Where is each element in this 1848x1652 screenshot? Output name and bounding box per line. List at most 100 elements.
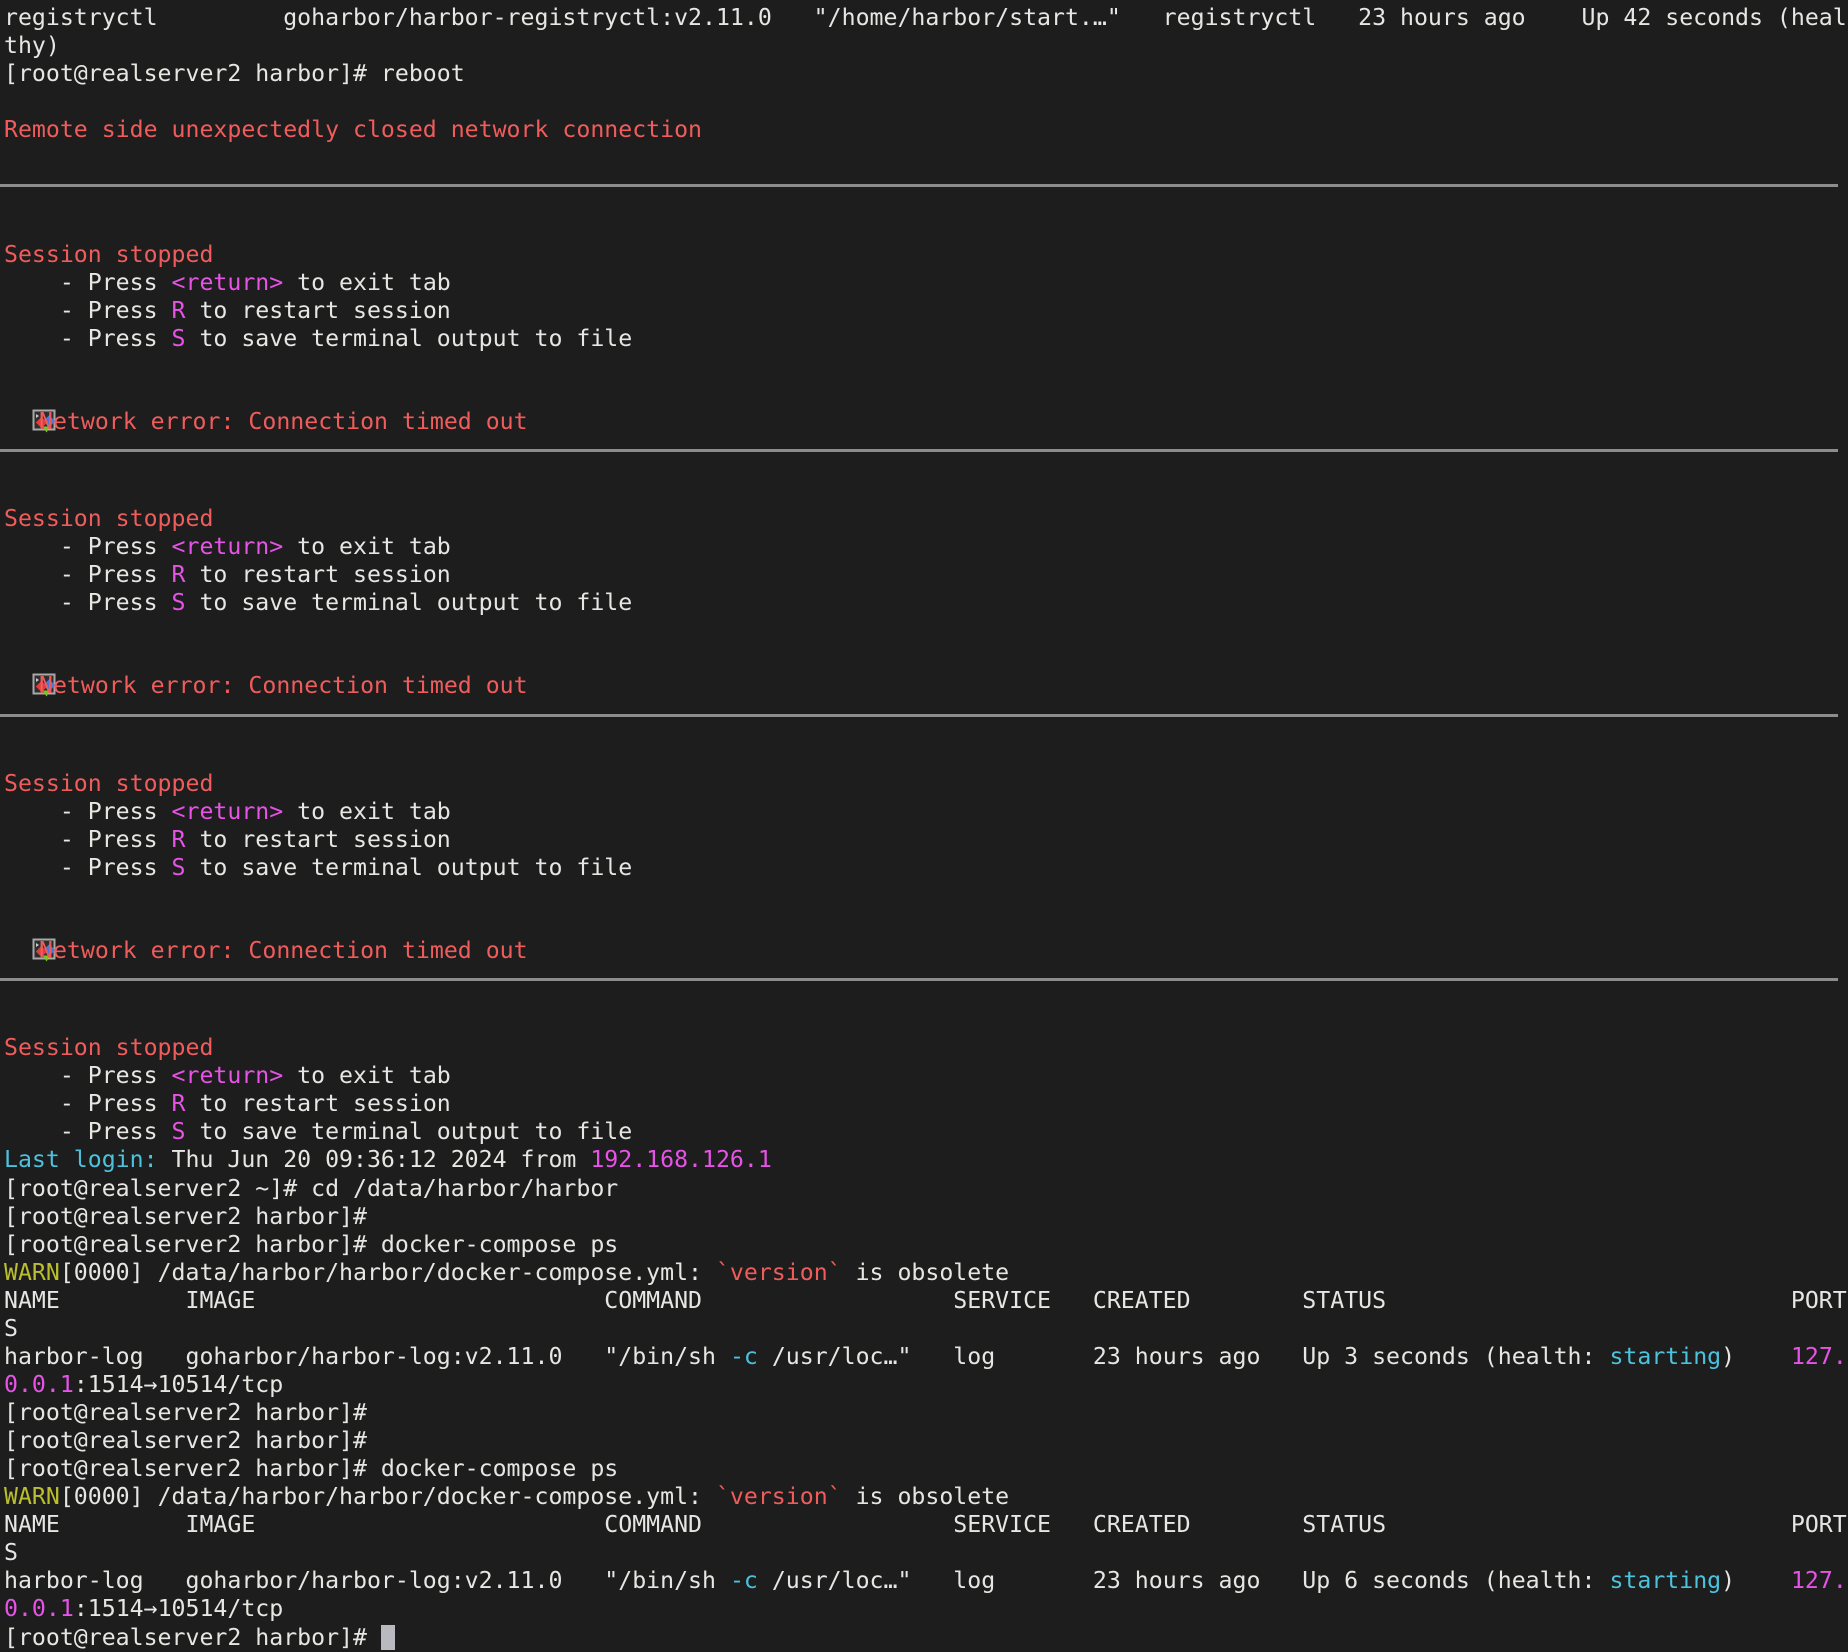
blank-line <box>4 353 1848 381</box>
msg-remote-closed: Remote side unexpectedly closed network … <box>4 116 1848 144</box>
hint-exit-tab: - Press <return> to exit tab <box>4 269 1848 297</box>
text-segment: is obsolete <box>842 1259 1010 1286</box>
terminal[interactable]: registryctl goharbor/harbor-registryctl:… <box>0 0 1848 1624</box>
text-segment: - Press <box>4 1062 172 1089</box>
network-error-line: Network error: Connection timed out <box>4 381 1848 409</box>
session-stopped-title: Session stopped <box>4 1034 1848 1062</box>
text-segment: [0000] /data/harbor/harbor/docker-compos… <box>60 1259 716 1286</box>
text-segment: [root@realserver2 harbor]# reboot <box>4 60 465 87</box>
text-segment: NAME IMAGE COMMAND SERVICE CREATED STATU… <box>4 1511 1847 1538</box>
text-segment: R <box>172 297 186 324</box>
text-segment: Session stopped <box>4 505 213 532</box>
prompt-empty: [root@realserver2 harbor]# <box>4 1203 1848 1231</box>
text-segment: -c <box>730 1567 758 1594</box>
text-segment: [root@realserver2 harbor]# <box>4 1399 367 1426</box>
blank-line <box>4 1006 1848 1034</box>
prompt-cursor-line: [root@realserver2 harbor]# <box>4 1624 1848 1652</box>
text-segment: S <box>4 1315 18 1342</box>
divider-line <box>4 714 1848 742</box>
text-segment: <return> <box>172 1062 284 1089</box>
blank-line <box>4 617 1848 645</box>
text-segment: NAME IMAGE COMMAND SERVICE CREATED STATU… <box>4 1287 1847 1314</box>
network-error-line: Network error: Connection timed out <box>4 910 1848 938</box>
ps-row-harbor-log-wrap: 0.0.1:1514→10514/tcp <box>4 1371 1848 1399</box>
divider-line <box>4 184 1848 212</box>
text-segment: WARN <box>4 1259 60 1286</box>
ps-header-wrap: S <box>4 1539 1848 1567</box>
text-segment: Session stopped <box>4 241 213 268</box>
hint-exit-tab: - Press <return> to exit tab <box>4 533 1848 561</box>
hint-save-output: - Press S to save terminal output to fil… <box>4 325 1848 353</box>
ps-row-harbor-log-wrap: 0.0.1:1514→10514/tcp <box>4 1595 1848 1623</box>
text-segment: S <box>172 854 186 881</box>
divider-rule <box>0 714 1838 717</box>
hint-exit-tab: - Press <return> to exit tab <box>4 798 1848 826</box>
hint-restart-session: - Press R to restart session <box>4 1090 1848 1118</box>
text-segment: to save terminal output to file <box>186 325 633 352</box>
warn-version-obsolete: WARN[0000] /data/harbor/harbor/docker-co… <box>4 1259 1848 1287</box>
text-segment: [0000] /data/harbor/harbor/docker-compos… <box>60 1483 716 1510</box>
blank-line <box>4 88 1848 116</box>
blank-line <box>4 212 1848 240</box>
text-segment: harbor-log goharbor/harbor-log:v2.11.0 "… <box>4 1343 730 1370</box>
mobaxterm-session-icon <box>4 645 30 669</box>
text-segment: starting <box>1609 1567 1721 1594</box>
text-segment: - Press <box>4 854 172 881</box>
blank-line <box>4 144 1848 172</box>
ps-row-registryctl-wrap2: thy) <box>4 32 1848 60</box>
blank-line <box>4 477 1848 505</box>
text-segment: - Press <box>4 533 172 560</box>
hint-restart-session: - Press R to restart session <box>4 561 1848 589</box>
hint-save-output: - Press S to save terminal output to fil… <box>4 589 1848 617</box>
text-segment: - Press <box>4 589 172 616</box>
hint-restart-session: - Press R to restart session <box>4 297 1848 325</box>
text-segment: [root@realserver2 harbor]# docker-compos… <box>4 1455 618 1482</box>
text-segment: :1514→10514/tcp <box>74 1371 283 1398</box>
text-segment: [root@realserver2 harbor]# docker-compos… <box>4 1231 618 1258</box>
text-segment: - Press <box>4 325 172 352</box>
divider-rule <box>0 184 1838 187</box>
text-segment: `version` <box>716 1259 842 1286</box>
blank-line <box>4 882 1848 910</box>
ps-header: NAME IMAGE COMMAND SERVICE CREATED STATU… <box>4 1287 1848 1315</box>
session-stopped-title: Session stopped <box>4 505 1848 533</box>
text-segment: - Press <box>4 297 172 324</box>
text-segment: registryctl goharbor/harbor-registryctl:… <box>4 4 1847 31</box>
mobaxterm-session-icon <box>4 381 30 405</box>
blank-line <box>4 742 1848 770</box>
divider-line <box>4 978 1848 1006</box>
text-segment: [root@realserver2 harbor]# <box>4 1624 381 1651</box>
text-segment: Network error: Connection timed out <box>39 672 528 699</box>
text-segment: Remote side unexpectedly closed network … <box>4 116 702 143</box>
text-segment: Network error: Connection timed out <box>39 408 528 435</box>
prompt-empty: [root@realserver2 harbor]# <box>4 1399 1848 1427</box>
text-segment: S <box>172 325 186 352</box>
text-segment: R <box>172 826 186 853</box>
text-segment: to restart session <box>186 561 451 588</box>
hint-save-output: - Press S to save terminal output to fil… <box>4 1118 1848 1146</box>
last-login-line: Last login: Thu Jun 20 09:36:12 2024 fro… <box>4 1146 1848 1174</box>
text-segment: 0.0.1 <box>4 1371 74 1398</box>
text-segment: /usr/loc…" log 23 hours ago Up 3 seconds… <box>758 1343 1610 1370</box>
prompt-reboot: [root@realserver2 harbor]# reboot <box>4 60 1848 88</box>
text-segment: to restart session <box>186 1090 451 1117</box>
text-segment: WARN <box>4 1483 60 1510</box>
text-segment: [root@realserver2 harbor]# <box>4 1427 367 1454</box>
prompt-docker-compose-ps: [root@realserver2 harbor]# docker-compos… <box>4 1231 1848 1259</box>
text-segment: - Press <box>4 826 172 853</box>
prompt-empty: [root@realserver2 harbor]# <box>4 1427 1848 1455</box>
terminal-cursor <box>381 1625 395 1650</box>
session-stopped-title: Session stopped <box>4 241 1848 269</box>
text-segment: to restart session <box>186 826 451 853</box>
text-segment: - Press <box>4 798 172 825</box>
text-segment: thy) <box>4 32 60 59</box>
text-segment: - Press <box>4 269 172 296</box>
network-error-line: Network error: Connection timed out <box>4 645 1848 673</box>
text-segment: - Press <box>4 1118 172 1145</box>
text-segment: Last login: <box>4 1146 158 1173</box>
text-segment: ) <box>1721 1567 1791 1594</box>
ps-header-wrap: S <box>4 1315 1848 1343</box>
hint-restart-session: - Press R to restart session <box>4 826 1848 854</box>
text-segment: harbor-log goharbor/harbor-log:v2.11.0 "… <box>4 1567 730 1594</box>
text-segment: R <box>172 1090 186 1117</box>
